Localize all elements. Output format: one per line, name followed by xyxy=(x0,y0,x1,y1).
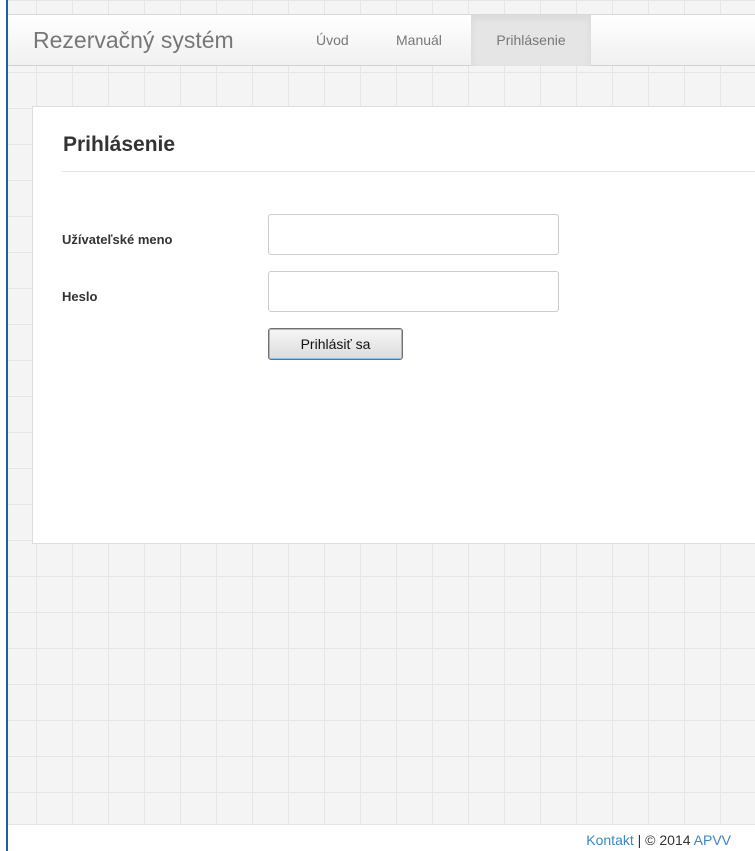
login-panel: Prihlásenie Užívateľské meno Heslo Prihl… xyxy=(32,106,755,544)
nav-link-uvod[interactable]: Úvod xyxy=(316,15,349,66)
username-label: Užívateľské meno xyxy=(62,232,173,247)
password-label: Heslo xyxy=(62,289,98,304)
contact-link[interactable]: Kontakt xyxy=(586,832,633,848)
copyright-text: © 2014 xyxy=(645,832,694,848)
page-footer: Kontakt | © 2014 APVV xyxy=(8,824,755,851)
window-border xyxy=(0,0,8,851)
nav-link-manual[interactable]: Manuál xyxy=(396,15,442,66)
username-input[interactable] xyxy=(268,214,559,255)
password-input[interactable] xyxy=(268,271,559,312)
login-button[interactable]: Prihlásiť sa xyxy=(268,328,403,360)
nav-link-prihlasenie[interactable]: Prihlásenie xyxy=(471,15,591,66)
apvv-link[interactable]: APVV xyxy=(694,832,731,848)
footer-separator: | xyxy=(633,832,646,848)
brand-title[interactable]: Rezervačný systém xyxy=(33,27,234,54)
title-divider xyxy=(62,171,755,172)
footer-text: Kontakt | © 2014 APVV xyxy=(586,832,731,848)
page-title: Prihlásenie xyxy=(63,133,176,156)
top-navbar: Rezervačný systém Úvod Manuál Prihláseni… xyxy=(8,14,755,66)
